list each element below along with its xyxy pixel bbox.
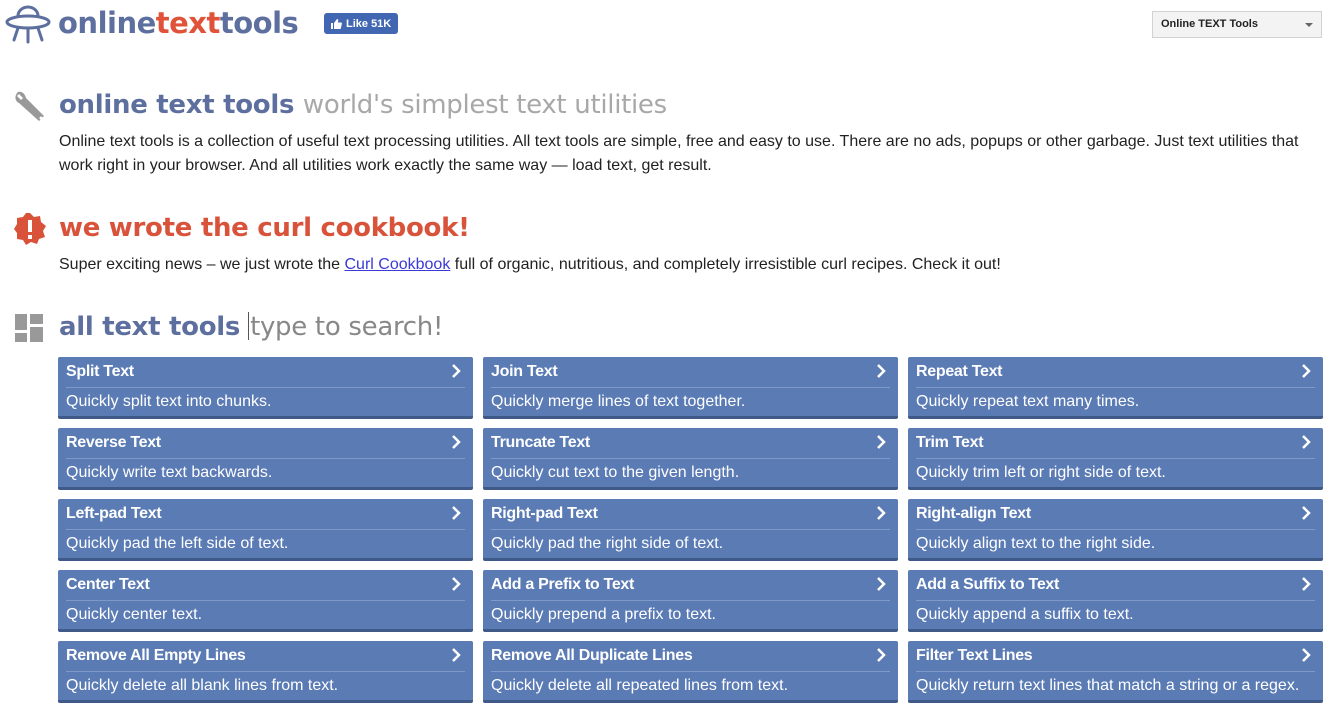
news-text: Super exciting news – we just wrote the … — [59, 256, 1001, 273]
tool-card-description: Quickly pad the right side of text. — [491, 535, 724, 552]
tool-card-description: Quickly delete all blank lines from text… — [66, 677, 339, 694]
tool-card[interactable]: Filter Text Lines Quickly return text lin… — [908, 641, 1323, 703]
tool-card[interactable]: Right-align Text Quickly align text to th… — [908, 499, 1323, 561]
search-placeholder: type to search! — [250, 312, 444, 342]
tool-card-description: Quickly prepend a prefix to text. — [491, 606, 716, 623]
divider — [916, 671, 1315, 672]
tool-card[interactable]: Join Text Quickly merge lines of text tog… — [483, 357, 898, 419]
divider — [66, 600, 465, 601]
tool-card-description: Quickly merge lines of text together. — [491, 393, 746, 410]
alert-badge-icon — [14, 213, 46, 245]
facebook-like-button[interactable]: Like 51K — [324, 13, 399, 34]
site-selector-value: Online TEXT Tools — [1161, 18, 1258, 30]
tool-card-description: Quickly split text into chunks. — [66, 393, 272, 410]
chevron-right-icon — [877, 506, 886, 520]
divider — [66, 387, 465, 388]
tool-card[interactable]: Truncate Text Quickly cut text to the giv… — [483, 428, 898, 490]
tool-card-description: Quickly trim left or right side of text. — [916, 464, 1166, 481]
tool-card[interactable]: Add a Prefix to Text Quickly prepend a pr… — [483, 570, 898, 632]
tool-card-description: Quickly return text lines that match a s… — [916, 677, 1300, 694]
tool-card-description: Quickly repeat text many times. — [916, 393, 1140, 410]
chevron-right-icon — [452, 577, 461, 591]
intro-text: Online text tools is a collection of use… — [59, 133, 1299, 174]
chevron-right-icon — [1302, 506, 1311, 520]
tool-card-description: Quickly cut text to the given length. — [491, 464, 740, 481]
tool-card[interactable]: Trim Text Quickly trim left or right side… — [908, 428, 1323, 490]
tool-card-title: Left-pad Text — [66, 505, 162, 522]
tool-card-description: Quickly write text backwards. — [66, 464, 273, 481]
wrench-icon — [15, 91, 44, 121]
tools-title: all text tools type to search! — [59, 312, 444, 342]
tool-card-description: Quickly delete all repeated lines from t… — [491, 677, 789, 694]
chevron-right-icon — [877, 648, 886, 662]
curl-cookbook-link[interactable]: Curl Cookbook — [344, 256, 450, 273]
site-header: onlinetexttools Like 51K Online TEXT Too… — [0, 0, 1327, 50]
chevron-right-icon — [452, 364, 461, 378]
divider — [491, 458, 890, 459]
tool-card-title: Reverse Text — [66, 434, 161, 451]
divider — [491, 600, 890, 601]
chevron-right-icon — [452, 648, 461, 662]
tool-card-title: Right-pad Text — [491, 505, 598, 522]
like-count: Like 51K — [346, 17, 392, 30]
tool-card-title: Add a Prefix to Text — [491, 576, 635, 593]
ufo-logo-icon — [5, 5, 51, 44]
chevron-right-icon — [1302, 435, 1311, 449]
tool-card-title: Remove All Duplicate Lines — [491, 647, 693, 664]
tool-card-description: Quickly pad the left side of text. — [66, 535, 289, 552]
site-selector-dropdown[interactable]: Online TEXT Tools — [1152, 11, 1322, 38]
tool-card-description: Quickly center text. — [66, 606, 203, 623]
dashboard-grid-icon — [15, 314, 43, 342]
divider — [66, 458, 465, 459]
chevron-right-icon — [877, 364, 886, 378]
page-title: online text tools world's simplest text … — [59, 90, 667, 120]
divider — [916, 600, 1315, 601]
news-title: we wrote the curl cookbook! — [59, 213, 470, 243]
tool-card-title: Truncate Text — [491, 434, 590, 451]
divider — [916, 387, 1315, 388]
tool-card[interactable]: Center Text Quickly center text. — [58, 570, 473, 632]
tool-card-title: Split Text — [66, 363, 134, 380]
tool-card-title: Center Text — [66, 576, 150, 593]
tool-card-title: Join Text — [491, 363, 558, 380]
tool-card-title: Filter Text Lines — [916, 647, 1033, 664]
divider — [66, 529, 465, 530]
tool-card[interactable]: Split Text Quickly split text into chunks… — [58, 357, 473, 419]
divider — [491, 671, 890, 672]
chevron-right-icon — [877, 577, 886, 591]
tool-card-description: Quickly append a suffix to text. — [916, 606, 1134, 623]
logo-wordmark: onlinetexttools — [58, 6, 299, 40]
chevron-right-icon — [1302, 648, 1311, 662]
chevron-right-icon — [1302, 577, 1311, 591]
tool-card[interactable]: Right-pad Text Quickly pad the right side… — [483, 499, 898, 561]
tool-card-title: Repeat Text — [916, 363, 1003, 380]
tool-card-title: Remove All Empty Lines — [66, 647, 246, 664]
chevron-right-icon — [452, 506, 461, 520]
site-logo[interactable]: onlinetexttools — [4, 2, 299, 44]
tool-card[interactable]: Left-pad Text Quickly pad the left side o… — [58, 499, 473, 561]
tool-card[interactable]: Add a Suffix to Text Quickly append a suf… — [908, 570, 1323, 632]
divider — [491, 387, 890, 388]
chevron-right-icon — [452, 435, 461, 449]
tool-card[interactable]: Remove All Duplicate Lines Quickly delete… — [483, 641, 898, 703]
tool-card-title: Right-align Text — [916, 505, 1031, 522]
divider — [66, 671, 465, 672]
chevron-right-icon — [1302, 364, 1311, 378]
divider — [916, 529, 1315, 530]
tool-card-title: Add a Suffix to Text — [916, 576, 1060, 593]
tool-card[interactable]: Remove All Empty Lines Quickly delete all… — [58, 641, 473, 703]
chevron-down-icon — [1305, 23, 1313, 27]
tool-card[interactable]: Repeat Text Quickly repeat text many time… — [908, 357, 1323, 419]
divider — [916, 458, 1315, 459]
thumbs-up-icon — [331, 18, 342, 29]
tool-card-title: Trim Text — [916, 434, 984, 451]
tool-card[interactable]: Reverse Text Quickly write text backwards… — [58, 428, 473, 490]
search-input[interactable] — [248, 312, 250, 340]
tool-card-description: Quickly align text to the right side. — [916, 535, 1156, 552]
divider — [491, 529, 890, 530]
chevron-right-icon — [877, 435, 886, 449]
